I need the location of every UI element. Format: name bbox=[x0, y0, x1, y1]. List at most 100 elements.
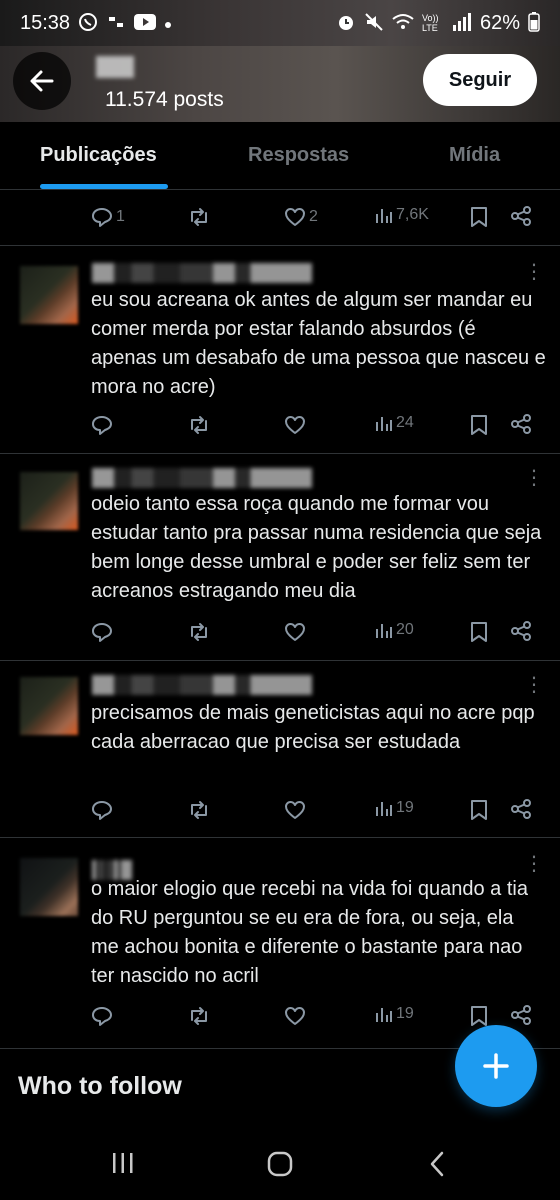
share-icon bbox=[511, 1005, 531, 1025]
bookmark-icon bbox=[471, 207, 487, 227]
back-button[interactable] bbox=[13, 52, 71, 110]
repost-icon bbox=[191, 623, 207, 641]
share-button[interactable] bbox=[510, 413, 532, 435]
heart-icon bbox=[285, 623, 305, 641]
views-icon bbox=[376, 417, 392, 431]
bookmark-button[interactable] bbox=[468, 205, 490, 229]
tweet-text: o maior elogio que recebi na vida foi qu… bbox=[91, 878, 528, 987]
heart-icon bbox=[285, 208, 305, 226]
notification-icon bbox=[106, 13, 126, 34]
views-button[interactable]: 19 bbox=[374, 798, 414, 818]
bookmark-button[interactable] bbox=[468, 798, 490, 822]
tweet-actions: 24 bbox=[90, 413, 540, 443]
views-count: 7,6K bbox=[396, 206, 429, 223]
more-options-icon[interactable]: ⋮ bbox=[524, 854, 544, 874]
profile-tabs: Publicações Respostas Mídia bbox=[0, 122, 560, 190]
tweet-text: precisamos de mais geneticistas aqui no … bbox=[91, 702, 535, 753]
reply-button[interactable] bbox=[90, 413, 114, 437]
like-button[interactable] bbox=[283, 1004, 307, 1028]
repost-button[interactable] bbox=[187, 798, 211, 822]
heart-icon bbox=[285, 801, 305, 819]
plus-icon bbox=[483, 1053, 509, 1079]
reply-icon bbox=[92, 801, 112, 820]
like-button[interactable] bbox=[283, 413, 307, 437]
bookmark-button[interactable] bbox=[468, 620, 490, 644]
tweet-actions: 1 2 7,6K bbox=[90, 205, 540, 235]
reply-button[interactable] bbox=[90, 798, 114, 822]
share-button[interactable] bbox=[510, 205, 532, 227]
repost-button[interactable] bbox=[187, 620, 211, 644]
reply-button[interactable] bbox=[90, 620, 114, 644]
views-count: 19 bbox=[396, 1005, 414, 1022]
status-bar: 15:38 Vo)) LTE 62% bbox=[0, 0, 560, 46]
status-left: 15:38 bbox=[20, 12, 172, 35]
alarm-icon bbox=[336, 12, 356, 35]
tweet-actions: 19 bbox=[90, 798, 540, 828]
more-options-icon[interactable]: ⋮ bbox=[524, 262, 544, 282]
reply-button[interactable] bbox=[90, 1004, 114, 1028]
recent-apps-icon bbox=[113, 1153, 133, 1173]
repost-icon bbox=[191, 1007, 207, 1025]
home-button[interactable] bbox=[266, 1150, 294, 1183]
recent-apps-button[interactable] bbox=[110, 1150, 136, 1181]
views-icon bbox=[376, 802, 392, 816]
tweet[interactable]: ⋮ odeio tanto essa roça quando me formar… bbox=[0, 454, 560, 660]
tweet[interactable]: ⋮ eu sou acreana ok antes de algum ser m… bbox=[0, 246, 560, 453]
views-icon bbox=[376, 624, 392, 638]
bookmark-icon bbox=[471, 1006, 487, 1026]
like-count: 2 bbox=[309, 208, 318, 225]
wifi-icon bbox=[392, 13, 414, 34]
share-button[interactable] bbox=[510, 620, 532, 642]
avatar[interactable] bbox=[20, 858, 78, 916]
repost-button[interactable] bbox=[187, 413, 211, 437]
more-options-icon[interactable]: ⋮ bbox=[524, 468, 544, 488]
like-button[interactable]: 2 bbox=[283, 205, 318, 229]
heart-icon bbox=[285, 416, 305, 434]
compose-button[interactable] bbox=[455, 1025, 537, 1107]
repost-icon bbox=[191, 416, 207, 434]
views-button[interactable]: 20 bbox=[374, 620, 414, 640]
views-button[interactable]: 19 bbox=[374, 1004, 414, 1024]
avatar[interactable] bbox=[20, 472, 78, 530]
bookmark-button[interactable] bbox=[468, 1004, 490, 1028]
bookmark-icon bbox=[471, 622, 487, 642]
views-button[interactable]: 7,6K bbox=[374, 205, 429, 225]
follow-button[interactable]: Seguir bbox=[423, 54, 537, 106]
tab-respostas[interactable]: Respostas bbox=[248, 144, 349, 167]
views-count: 24 bbox=[396, 414, 414, 431]
like-button[interactable] bbox=[283, 798, 307, 822]
tab-midia[interactable]: Mídia bbox=[449, 144, 500, 167]
reply-button[interactable]: 1 bbox=[90, 205, 125, 229]
profile-header: 11.574 posts Seguir bbox=[0, 46, 560, 122]
tab-publicacoes[interactable]: Publicações bbox=[40, 144, 157, 167]
share-icon bbox=[511, 206, 531, 226]
share-button[interactable] bbox=[510, 1004, 532, 1026]
repost-icon bbox=[191, 801, 207, 819]
repost-button[interactable] bbox=[187, 1004, 211, 1028]
share-button[interactable] bbox=[510, 798, 532, 820]
back-nav-button[interactable] bbox=[426, 1150, 448, 1183]
system-navigation-bar bbox=[0, 1128, 560, 1200]
tweet[interactable]: ⋮ o maior elogio que recebi na vida foi … bbox=[0, 838, 560, 1048]
reply-icon bbox=[92, 416, 112, 435]
views-button[interactable]: 24 bbox=[374, 413, 414, 433]
battery-percent: 62% bbox=[479, 11, 520, 34]
repost-icon bbox=[191, 208, 207, 226]
who-to-follow-heading: Who to follow bbox=[18, 1072, 182, 1100]
reply-count: 1 bbox=[116, 208, 125, 225]
reply-icon bbox=[92, 1007, 112, 1026]
status-time: 15:38 bbox=[20, 11, 71, 34]
reply-icon bbox=[92, 208, 112, 227]
whatsapp-icon bbox=[78, 12, 98, 35]
bookmark-button[interactable] bbox=[468, 413, 490, 437]
tweet[interactable]: ⋮ precisamos de mais geneticistas aqui n… bbox=[0, 661, 560, 837]
avatar[interactable] bbox=[20, 266, 78, 324]
volte-icon: Vo)) LTE bbox=[421, 13, 439, 33]
share-icon bbox=[511, 799, 531, 819]
more-options-icon[interactable]: ⋮ bbox=[524, 675, 544, 695]
tweet-author-redacted bbox=[92, 263, 312, 283]
like-button[interactable] bbox=[283, 620, 307, 644]
tweet-author-redacted bbox=[92, 675, 312, 695]
avatar[interactable] bbox=[20, 677, 78, 735]
repost-button[interactable] bbox=[187, 205, 211, 229]
